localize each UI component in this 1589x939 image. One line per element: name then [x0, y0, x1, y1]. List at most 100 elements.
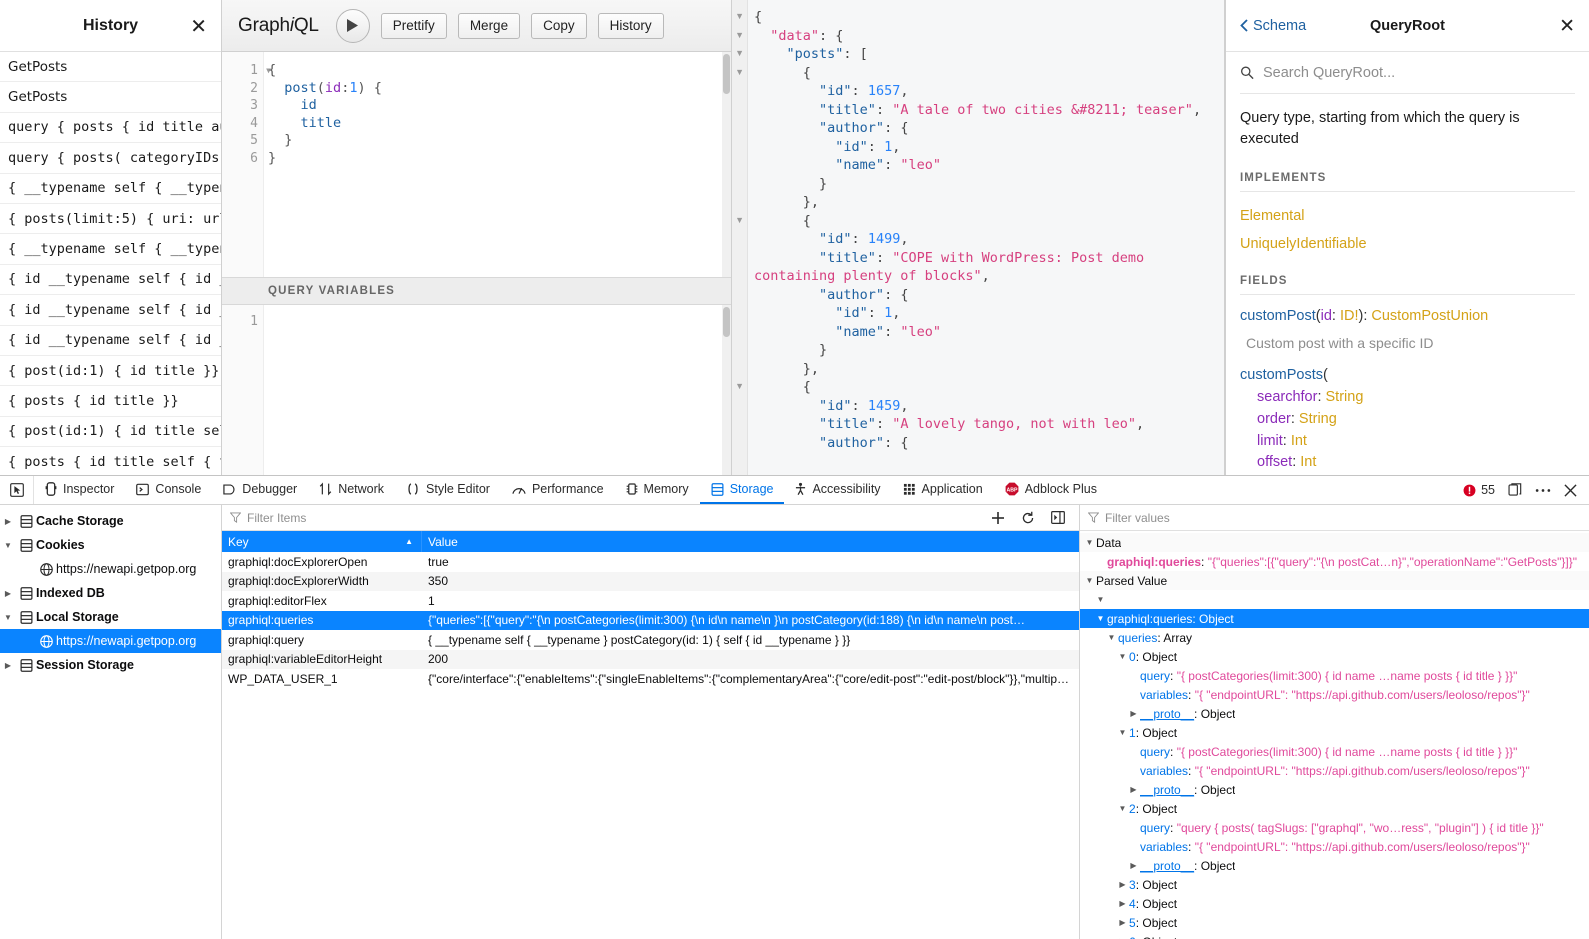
- data-tree-row[interactable]: variables: "{ "endpointURL": "https://ap…: [1080, 685, 1589, 704]
- storage-table-row[interactable]: graphiql:variableEditorHeight 200: [222, 649, 1079, 669]
- tab-memory[interactable]: Memory: [615, 476, 700, 504]
- dock-icon[interactable]: [1508, 483, 1522, 497]
- twisty-expanded-icon[interactable]: ▼: [1116, 728, 1129, 737]
- tab-accessibility[interactable]: Accessibility: [784, 476, 891, 504]
- refresh-icon[interactable]: [1021, 511, 1035, 525]
- history-item[interactable]: { __typename self { __typena…: [0, 174, 221, 204]
- twisty-expanded-icon[interactable]: ▼: [1094, 614, 1107, 623]
- twisty-collapsed-icon[interactable]: ▶: [1127, 785, 1140, 794]
- add-icon[interactable]: [991, 511, 1005, 525]
- twisty-collapsed-icon[interactable]: ▶: [1116, 880, 1129, 889]
- execute-query-button[interactable]: [335, 8, 370, 43]
- data-tree-row[interactable]: ▶6: Object: [1080, 932, 1589, 939]
- tab-debugger[interactable]: Debugger: [212, 476, 308, 504]
- fold-icon[interactable]: ▼: [735, 215, 744, 225]
- data-tree-row[interactable]: ▶ 5: Object: [1080, 913, 1589, 932]
- data-tree-row[interactable]: query: "{ postCategories(limit:300) { id…: [1080, 742, 1589, 761]
- query-editor[interactable]: 1 ▼ 2 3 4 5 6 { post(id:1) { id title }}: [222, 52, 731, 277]
- data-tree-row[interactable]: ▶ 4: Object: [1080, 894, 1589, 913]
- tab-console[interactable]: Console: [125, 476, 212, 504]
- tab-inspector[interactable]: Inspector: [34, 476, 125, 504]
- twisty-collapsed-icon[interactable]: ▶: [0, 589, 16, 598]
- storage-table-row[interactable]: WP_DATA_USER_1 {"core/interface":{"enable…: [222, 669, 1079, 689]
- history-item[interactable]: GetPosts: [0, 52, 221, 83]
- filter-items-input[interactable]: Filter Items: [247, 511, 306, 525]
- tab-style-editor[interactable]: Style Editor: [395, 476, 501, 504]
- twisty-expanded-icon[interactable]: ▼: [1116, 804, 1129, 813]
- storage-table-row[interactable]: graphiql:query { __typename self { __type…: [222, 630, 1079, 650]
- tab-network[interactable]: Network: [308, 476, 395, 504]
- tab-application[interactable]: Application: [892, 476, 994, 504]
- data-tree-row[interactable]: ▼ 1: Object: [1080, 723, 1589, 742]
- twisty-expanded-icon[interactable]: ▼: [1083, 576, 1096, 585]
- twisty-expanded-icon[interactable]: ▼: [0, 613, 16, 622]
- data-tree-row[interactable]: ▼: [1080, 590, 1589, 609]
- twisty-collapsed-icon[interactable]: ▶: [0, 661, 16, 670]
- history-item[interactable]: { id __typename self { id __…: [0, 326, 221, 356]
- close-icon[interactable]: ✕: [190, 16, 207, 36]
- docs-field[interactable]: customPosts(searchfor: String order: Stri…: [1240, 365, 1575, 474]
- data-tree-header[interactable]: ▼ Data: [1080, 533, 1589, 552]
- docs-field[interactable]: customPost(id: ID!): CustomPostUnion Cust…: [1240, 306, 1575, 355]
- tab-adblock-plus[interactable]: ABP Adblock Plus: [994, 476, 1108, 504]
- data-tree-row[interactable]: variables: "{ "endpointURL": "https://ap…: [1080, 761, 1589, 780]
- storage-tree-item[interactable]: ▶ Indexed DB: [0, 581, 221, 605]
- history-button[interactable]: History: [597, 12, 664, 39]
- column-header-value[interactable]: Value: [422, 531, 464, 552]
- data-tree-row[interactable]: ▶ __proto__: Object: [1080, 704, 1589, 723]
- close-icon[interactable]: ✕: [1559, 15, 1575, 37]
- history-item[interactable]: { id __typename self { id __…: [0, 295, 221, 326]
- error-count-badge[interactable]: 55: [1463, 483, 1495, 497]
- storage-tree-item[interactable]: ▶ Cache Storage: [0, 509, 221, 533]
- data-tree-row[interactable]: query: "query { posts( tagSlugs: ["graph…: [1080, 818, 1589, 837]
- query-variables-editor[interactable]: 1: [222, 305, 731, 475]
- twisty-collapsed-icon[interactable]: ▶: [1116, 899, 1129, 908]
- history-item[interactable]: { posts { id title }}: [0, 386, 221, 417]
- storage-table-row[interactable]: graphiql:editorFlex 1: [222, 591, 1079, 611]
- twisty-collapsed-icon[interactable]: ▶: [1127, 861, 1140, 870]
- history-item[interactable]: { id __typename self { id __…: [0, 265, 221, 296]
- data-tree-row[interactable]: graphiql:queries: "{"queries":[{"query":…: [1080, 552, 1589, 571]
- storage-table-row[interactable]: graphiql:docExplorerOpen true: [222, 552, 1079, 572]
- fold-icon[interactable]: ▼: [735, 381, 744, 391]
- storage-tree-item[interactable]: ▶ Session Storage: [0, 653, 221, 677]
- query-variables-header[interactable]: QUERY VARIABLES: [222, 277, 731, 305]
- tab-storage[interactable]: Storage: [699, 476, 785, 504]
- twisty-expanded-icon[interactable]: ▼: [1105, 633, 1118, 642]
- twisty-collapsed-icon[interactable]: ▶: [0, 517, 16, 526]
- storage-tree-item[interactable]: https://newapi.getpop.org: [0, 629, 221, 653]
- storage-tree-item[interactable]: ▼ Local Storage: [0, 605, 221, 629]
- data-tree-row[interactable]: ▶ __proto__: Object: [1080, 780, 1589, 799]
- variables-editor-scrollbar[interactable]: [722, 305, 731, 475]
- docs-back-button[interactable]: Schema: [1240, 18, 1306, 34]
- history-item[interactable]: { __typename self { __typena…: [0, 234, 221, 265]
- twisty-collapsed-icon[interactable]: ▶: [1116, 918, 1129, 927]
- docs-search-input[interactable]: [1262, 64, 1575, 81]
- data-tree-row[interactable]: ▼ graphiql:queries: Object: [1080, 609, 1589, 628]
- fold-icon[interactable]: ▼: [735, 48, 744, 58]
- storage-table-row[interactable]: graphiql:docExplorerWidth 350: [222, 571, 1079, 591]
- data-tree-row[interactable]: variables: "{ "endpointURL": "https://ap…: [1080, 837, 1589, 856]
- filter-values-input[interactable]: Filter values: [1105, 511, 1170, 525]
- fold-icon[interactable]: ▼: [735, 30, 744, 40]
- twisty-expanded-icon[interactable]: ▼: [1083, 538, 1096, 547]
- data-tree-row[interactable]: ▶ 3: Object: [1080, 875, 1589, 894]
- data-tree-row[interactable]: ▶ __proto__: Object: [1080, 856, 1589, 875]
- storage-tree-item[interactable]: ▼ Cookies: [0, 533, 221, 557]
- history-item[interactable]: query { posts( categoryIDs: …: [0, 143, 221, 174]
- history-item[interactable]: { post(id:1) { id title self…: [0, 417, 221, 448]
- history-item[interactable]: { posts { id title self { ti…: [0, 447, 221, 475]
- storage-tree-item[interactable]: https://newapi.getpop.org: [0, 557, 221, 581]
- storage-table-row[interactable]: graphiql:queries {"queries":[{"query":"{\…: [222, 610, 1079, 630]
- history-item[interactable]: { posts(limit:5) { uri: urlP…: [0, 204, 221, 235]
- copy-button[interactable]: Copy: [531, 12, 587, 39]
- more-icon[interactable]: [1535, 488, 1551, 493]
- sidebar-toggle-icon[interactable]: [1051, 511, 1065, 524]
- fold-icon[interactable]: ▼: [735, 67, 744, 77]
- data-tree-header[interactable]: ▼ Parsed Value: [1080, 571, 1589, 590]
- history-item[interactable]: query { posts { id title aut…: [0, 113, 221, 144]
- data-tree-row[interactable]: ▼ queries: Array: [1080, 628, 1589, 647]
- data-tree-row[interactable]: ▼ 2: Object: [1080, 799, 1589, 818]
- twisty-expanded-icon[interactable]: ▼: [0, 541, 16, 550]
- twisty-expanded-icon[interactable]: ▼: [1094, 595, 1107, 604]
